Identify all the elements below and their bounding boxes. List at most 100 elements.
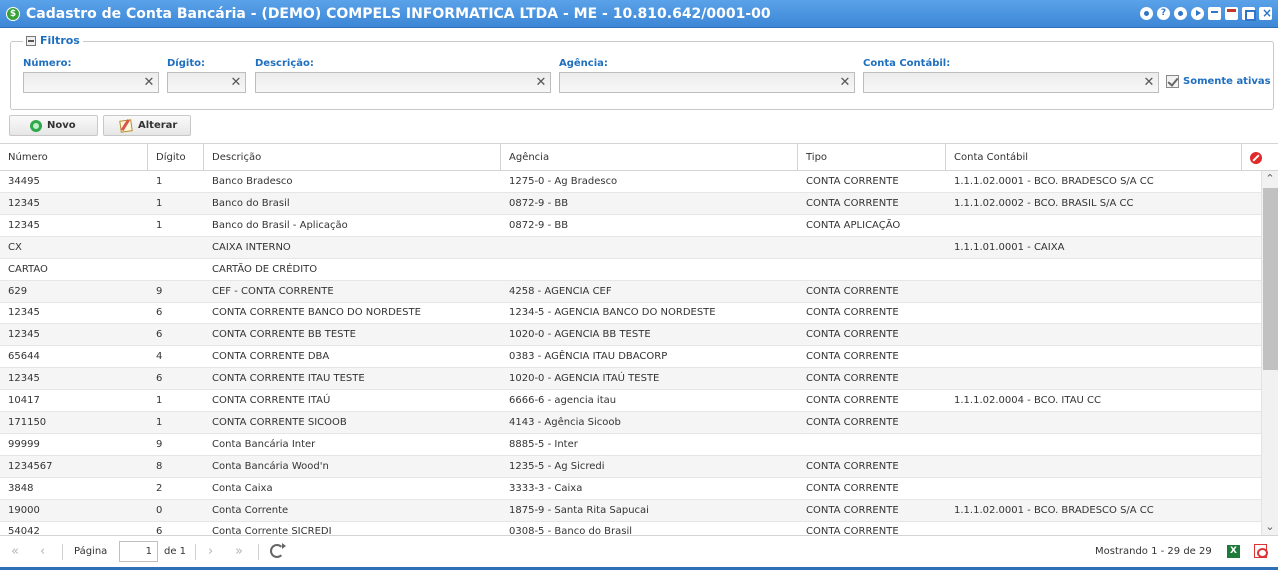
table-row[interactable]: 99999 9 Conta Bancária Inter 8885-5 - Inter — [0, 434, 1261, 456]
numero-label: Número: — [23, 58, 72, 69]
page-input[interactable]: 1 — [119, 541, 158, 562]
cell-digito: 1 — [156, 416, 163, 428]
checkbox-checked-icon[interactable] — [1166, 75, 1179, 88]
cell-numero: 54042 — [8, 526, 40, 535]
table-row[interactable]: 54042 6 Conta Corrente SICREDI 0308-5 - Ban… — [0, 521, 1261, 535]
column-header-descricao[interactable]: Descrição — [204, 144, 501, 171]
cell-digito: 1 — [156, 197, 163, 209]
pagination-bar: « ‹ Página 1 de 1 › » Mostrando 1 - 29 d… — [0, 535, 1278, 570]
scroll-thumb[interactable] — [1263, 188, 1278, 370]
table-row[interactable]: CX CAIXA INTERNO 1.1.1.01.0001 - CAIXA — [0, 236, 1261, 259]
cell-digito: 1 — [156, 219, 163, 231]
excel-export-icon[interactable]: X — [1227, 545, 1240, 558]
table-row[interactable]: 12345 1 Banco do Brasil - Aplicação 0872-9 … — [0, 215, 1261, 237]
expand-icon[interactable] — [1242, 7, 1256, 21]
cell-agencia: 0872-9 - BB — [509, 219, 569, 231]
cell-conta-contabil: 1.1.1.02.0001 - BCO. BRADESCO S/A CC — [954, 504, 1154, 516]
table-row[interactable]: 12345 1 Banco do Brasil 0872-9 - BB CONTA CO… — [0, 192, 1261, 215]
table-row[interactable]: 34495 1 Banco Bradesco 1275-0 - Ag Bradesco… — [0, 171, 1261, 193]
cell-tipo — [798, 237, 946, 259]
alterar-button-label: Alterar — [138, 120, 178, 131]
cell-numero: 19000 — [8, 504, 40, 516]
column-header-conta-contabil[interactable]: Conta Contábil — [946, 144, 1242, 171]
somente-ativas-checkbox[interactable]: Somente ativas — [1166, 75, 1271, 88]
info-icon[interactable] — [1174, 7, 1187, 20]
cell-digito — [148, 259, 204, 281]
cell-agencia: 8885-5 - Inter — [509, 438, 578, 450]
play-icon[interactable] — [1191, 7, 1204, 20]
prev-page-icon[interactable]: ‹ — [40, 544, 45, 560]
cell-tipo: CONTA CORRENTE — [806, 460, 899, 472]
cell-agencia: 3333-3 - Caixa — [509, 482, 583, 494]
agencia-input[interactable]: ✕ — [559, 72, 855, 93]
clear-icon[interactable]: ✕ — [142, 75, 156, 90]
descricao-input[interactable]: ✕ — [255, 72, 551, 93]
collapse-icon[interactable] — [26, 35, 36, 46]
calendar-icon[interactable] — [1225, 7, 1238, 20]
page-count: de 1 — [164, 546, 187, 557]
clear-icon[interactable]: ✕ — [1142, 75, 1156, 90]
column-header-tipo[interactable]: Tipo — [798, 144, 946, 171]
cell-numero: CX — [8, 241, 22, 253]
cell-numero: 34495 — [8, 176, 40, 187]
cell-agencia: 4143 - Agência Sicoob — [509, 416, 621, 428]
table-row[interactable]: 3848 2 Conta Caixa 3333-3 - Caixa CONTA CORR… — [0, 478, 1261, 500]
cell-descricao: CONTA CORRENTE BB TESTE — [212, 329, 356, 341]
cell-numero: 99999 — [8, 438, 40, 450]
cell-tipo: CONTA CORRENTE — [806, 285, 899, 297]
column-header-agencia[interactable]: Agência — [501, 144, 798, 171]
clear-icon[interactable]: ✕ — [838, 75, 852, 90]
table-row[interactable]: 629 9 CEF - CONTA CORRENTE 4258 - AGENCIA C… — [0, 280, 1261, 303]
table-row[interactable]: 1234567 8 Conta Bancária Wood'n 1235-5 - Ag… — [0, 455, 1261, 478]
cell-numero: 12345 — [8, 219, 40, 231]
pdf-export-icon[interactable] — [1254, 544, 1268, 558]
first-page-icon[interactable]: « — [11, 544, 19, 560]
novo-button[interactable]: Novo — [9, 115, 98, 136]
descricao-label: Descrição: — [255, 58, 314, 69]
cell-numero: 171150 — [8, 416, 47, 428]
table-row[interactable]: 12345 6 CONTA CORRENTE ITAU TESTE 1020-0 - … — [0, 368, 1261, 391]
scroll-down-icon[interactable]: ⌄ — [1262, 519, 1278, 535]
clear-filter-icon[interactable] — [1250, 152, 1262, 164]
alterar-button[interactable]: Alterar — [103, 115, 191, 136]
clear-icon[interactable]: ✕ — [229, 75, 243, 90]
add-icon — [30, 120, 42, 132]
conta-contabil-input[interactable]: ✕ — [863, 72, 1159, 93]
filters-legend[interactable]: Filtros — [23, 34, 83, 47]
cell-tipo: CONTA CORRENTE — [806, 526, 899, 535]
table-row[interactable]: 12345 6 CONTA CORRENTE BB TESTE 1020-0 - AG… — [0, 324, 1261, 347]
somente-ativas-label: Somente ativas — [1183, 76, 1271, 87]
column-header-numero[interactable]: Número — [0, 144, 148, 171]
cell-tipo: CONTA CORRENTE — [806, 197, 899, 209]
numero-input[interactable]: ✕ — [23, 72, 159, 93]
column-header-digito[interactable]: Dígito — [148, 144, 204, 171]
cell-digito: 6 — [156, 329, 163, 341]
table-row[interactable]: 10417 1 CONTA CORRENTE ITAÚ 6666-6 - agenci… — [0, 390, 1261, 412]
table-row[interactable]: 12345 6 CONTA CORRENTE BANCO DO NORDESTE 12… — [0, 302, 1261, 325]
cell-numero: 65644 — [8, 351, 40, 363]
help-icon[interactable]: ? — [1157, 7, 1170, 20]
cell-agencia: 6666-6 - agencia itau — [509, 395, 617, 406]
cell-digito: 1 — [156, 395, 163, 406]
cell-conta-contabil — [946, 302, 1242, 324]
download-icon[interactable] — [1208, 7, 1221, 20]
settings-icon[interactable] — [1140, 7, 1153, 20]
cell-conta-contabil — [946, 412, 1242, 434]
last-page-icon[interactable]: » — [235, 544, 243, 560]
table-row[interactable]: 19000 0 Conta Corrente 1875-9 - Santa Rita … — [0, 499, 1261, 522]
cell-agencia — [501, 237, 798, 259]
table-row[interactable]: 171150 1 CONTA CORRENTE SICOOB 4143 - Agênc… — [0, 411, 1261, 434]
scroll-up-icon[interactable]: ⌃ — [1262, 171, 1278, 187]
next-page-icon[interactable]: › — [208, 544, 213, 560]
clear-icon[interactable]: ✕ — [534, 75, 548, 90]
cell-conta-contabil — [946, 521, 1242, 535]
table-row[interactable]: CARTAO CARTÃO DE CRÉDITO — [0, 259, 1261, 281]
refresh-icon[interactable] — [270, 543, 286, 558]
vertical-scrollbar[interactable]: ⌃ ⌄ — [1261, 171, 1278, 535]
cell-tipo: CONTA CORRENTE — [806, 329, 899, 341]
table-row[interactable]: 65644 4 CONTA CORRENTE DBA 0383 - AGÊNCIA I… — [0, 346, 1261, 369]
cell-conta-contabil — [946, 324, 1242, 346]
close-icon[interactable] — [1259, 6, 1272, 20]
cell-tipo: CONTA CORRENTE — [806, 351, 899, 363]
digito-input[interactable]: ✕ — [167, 72, 246, 93]
